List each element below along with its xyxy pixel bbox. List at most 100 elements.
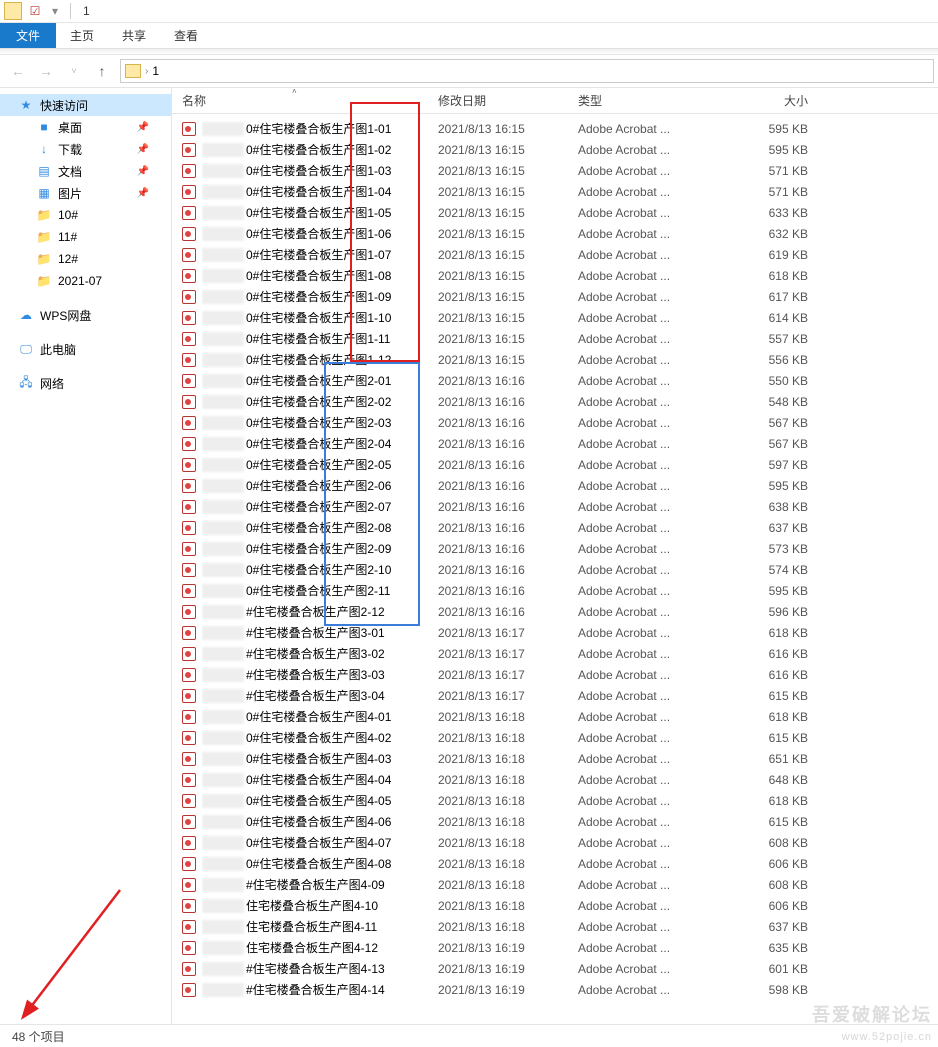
pdf-icon	[182, 416, 202, 430]
qat-dropdown-icon[interactable]: ☑	[26, 2, 44, 20]
file-row[interactable]: 0#住宅楼叠合板生产图2-072021/8/13 16:16Adobe Acro…	[172, 496, 938, 517]
file-row[interactable]: 0#住宅楼叠合板生产图4-042021/8/13 16:18Adobe Acro…	[172, 769, 938, 790]
redacted-prefix	[202, 794, 244, 808]
file-size: 618 KB	[728, 710, 808, 724]
up-button[interactable]: ↑	[88, 57, 116, 85]
sidebar-item-label: 桌面	[58, 119, 82, 136]
file-row[interactable]: 0#住宅楼叠合板生产图1-012021/8/13 16:15Adobe Acro…	[172, 118, 938, 139]
file-row[interactable]: 0#住宅楼叠合板生产图4-082021/8/13 16:18Adobe Acro…	[172, 853, 938, 874]
file-row[interactable]: 0#住宅楼叠合板生产图1-112021/8/13 16:15Adobe Acro…	[172, 328, 938, 349]
breadcrumb[interactable]: › 1	[120, 59, 934, 83]
file-size: 567 KB	[728, 416, 808, 430]
sidebar-item-下载[interactable]: ↓下载📌	[0, 138, 171, 160]
pdf-icon	[182, 920, 202, 934]
file-size: 556 KB	[728, 353, 808, 367]
file-row[interactable]: 0#住宅楼叠合板生产图1-082021/8/13 16:15Adobe Acro…	[172, 265, 938, 286]
back-button[interactable]: ←	[4, 57, 32, 85]
file-row[interactable]: 0#住宅楼叠合板生产图4-012021/8/13 16:18Adobe Acro…	[172, 706, 938, 727]
file-list[interactable]: 0#住宅楼叠合板生产图1-012021/8/13 16:15Adobe Acro…	[172, 114, 938, 1024]
recent-dropdown-icon[interactable]: ˅	[60, 57, 88, 85]
sidebar-item-图片[interactable]: ▦图片📌	[0, 182, 171, 204]
file-date: 2021/8/13 16:15	[438, 185, 578, 199]
tab-share[interactable]: 共享	[108, 23, 160, 48]
file-row[interactable]: #住宅楼叠合板生产图3-012021/8/13 16:17Adobe Acrob…	[172, 622, 938, 643]
sidebar-item-2021-07[interactable]: 📁2021-07	[0, 270, 171, 292]
file-row[interactable]: 0#住宅楼叠合板生产图1-092021/8/13 16:15Adobe Acro…	[172, 286, 938, 307]
file-size: 632 KB	[728, 227, 808, 241]
forward-button[interactable]: →	[32, 57, 60, 85]
pin-icon: 📌	[137, 122, 149, 133]
file-row[interactable]: 0#住宅楼叠合板生产图1-062021/8/13 16:15Adobe Acro…	[172, 223, 938, 244]
file-row[interactable]: 0#住宅楼叠合板生产图2-022021/8/13 16:16Adobe Acro…	[172, 391, 938, 412]
file-row[interactable]: 住宅楼叠合板生产图4-102021/8/13 16:18Adobe Acroba…	[172, 895, 938, 916]
sidebar-wps[interactable]: ☁ WPS网盘	[0, 304, 171, 326]
file-row[interactable]: 0#住宅楼叠合板生产图4-072021/8/13 16:18Adobe Acro…	[172, 832, 938, 853]
file-name: 0#住宅楼叠合板生产图4-07	[202, 834, 438, 851]
file-row[interactable]: 0#住宅楼叠合板生产图2-012021/8/13 16:16Adobe Acro…	[172, 370, 938, 391]
sidebar-item-12#[interactable]: 📁12#	[0, 248, 171, 270]
file-row[interactable]: 0#住宅楼叠合板生产图2-102021/8/13 16:16Adobe Acro…	[172, 559, 938, 580]
qat-more-icon[interactable]: ▾	[46, 2, 64, 20]
sidebar-item-桌面[interactable]: ■桌面📌	[0, 116, 171, 138]
title-bar: ☑ ▾ 1	[0, 0, 938, 23]
sidebar-item-文档[interactable]: ▤文档📌	[0, 160, 171, 182]
file-row[interactable]: 0#住宅楼叠合板生产图1-102021/8/13 16:15Adobe Acro…	[172, 307, 938, 328]
sidebar-network[interactable]: 🖧 网络	[0, 372, 171, 394]
file-row[interactable]: #住宅楼叠合板生产图3-022021/8/13 16:17Adobe Acrob…	[172, 643, 938, 664]
breadcrumb-folder[interactable]: 1	[152, 64, 159, 78]
file-row[interactable]: 0#住宅楼叠合板生产图4-052021/8/13 16:18Adobe Acro…	[172, 790, 938, 811]
file-row[interactable]: 0#住宅楼叠合板生产图2-042021/8/13 16:16Adobe Acro…	[172, 433, 938, 454]
file-row[interactable]: 0#住宅楼叠合板生产图4-032021/8/13 16:18Adobe Acro…	[172, 748, 938, 769]
sidebar-item-label: 下载	[58, 141, 82, 158]
sidebar-item-label: 图片	[58, 185, 82, 202]
file-row[interactable]: #住宅楼叠合板生产图4-092021/8/13 16:18Adobe Acrob…	[172, 874, 938, 895]
sidebar-quick-access[interactable]: ★ 快速访问	[0, 94, 171, 116]
column-name[interactable]: 名称 ˄	[182, 92, 438, 109]
file-row[interactable]: 0#住宅楼叠合板生产图1-052021/8/13 16:15Adobe Acro…	[172, 202, 938, 223]
file-row[interactable]: 0#住宅楼叠合板生产图4-062021/8/13 16:18Adobe Acro…	[172, 811, 938, 832]
file-row[interactable]: 0#住宅楼叠合板生产图2-032021/8/13 16:16Adobe Acro…	[172, 412, 938, 433]
file-row[interactable]: 0#住宅楼叠合板生产图2-082021/8/13 16:16Adobe Acro…	[172, 517, 938, 538]
file-name: #住宅楼叠合板生产图3-04	[202, 687, 438, 704]
file-row[interactable]: 0#住宅楼叠合板生产图2-092021/8/13 16:16Adobe Acro…	[172, 538, 938, 559]
file-date: 2021/8/13 16:16	[438, 437, 578, 451]
file-row[interactable]: 0#住宅楼叠合板生产图1-022021/8/13 16:15Adobe Acro…	[172, 139, 938, 160]
sidebar-item-label: 2021-07	[58, 274, 102, 288]
file-row[interactable]: #住宅楼叠合板生产图4-132021/8/13 16:19Adobe Acrob…	[172, 958, 938, 979]
ribbon-tabs: 文件 主页 共享 查看	[0, 23, 938, 48]
column-type[interactable]: 类型	[578, 92, 728, 109]
file-row[interactable]: #住宅楼叠合板生产图3-032021/8/13 16:17Adobe Acrob…	[172, 664, 938, 685]
tab-home[interactable]: 主页	[56, 23, 108, 48]
file-date: 2021/8/13 16:15	[438, 206, 578, 220]
sort-arrow-icon: ˄	[292, 87, 297, 96]
sidebar-this-pc[interactable]: 🖵 此电脑	[0, 338, 171, 360]
file-row[interactable]: 0#住宅楼叠合板生产图1-122021/8/13 16:15Adobe Acro…	[172, 349, 938, 370]
sidebar-item-11#[interactable]: 📁11#	[0, 226, 171, 248]
file-size: 596 KB	[728, 605, 808, 619]
file-row[interactable]: 住宅楼叠合板生产图4-122021/8/13 16:19Adobe Acroba…	[172, 937, 938, 958]
file-date: 2021/8/13 16:15	[438, 311, 578, 325]
file-row[interactable]: #住宅楼叠合板生产图4-142021/8/13 16:19Adobe Acrob…	[172, 979, 938, 1000]
sidebar-item-10#[interactable]: 📁10#	[0, 204, 171, 226]
file-row[interactable]: #住宅楼叠合板生产图2-122021/8/13 16:16Adobe Acrob…	[172, 601, 938, 622]
file-row[interactable]: 住宅楼叠合板生产图4-112021/8/13 16:18Adobe Acroba…	[172, 916, 938, 937]
folder-icon	[4, 2, 22, 20]
file-row[interactable]: 0#住宅楼叠合板生产图1-072021/8/13 16:15Adobe Acro…	[172, 244, 938, 265]
file-row[interactable]: 0#住宅楼叠合板生产图1-032021/8/13 16:15Adobe Acro…	[172, 160, 938, 181]
file-row[interactable]: 0#住宅楼叠合板生产图4-022021/8/13 16:18Adobe Acro…	[172, 727, 938, 748]
file-row[interactable]: 0#住宅楼叠合板生产图2-112021/8/13 16:16Adobe Acro…	[172, 580, 938, 601]
file-date: 2021/8/13 16:16	[438, 374, 578, 388]
file-row[interactable]: 0#住宅楼叠合板生产图2-052021/8/13 16:16Adobe Acro…	[172, 454, 938, 475]
file-tab[interactable]: 文件	[0, 23, 56, 48]
file-date: 2021/8/13 16:16	[438, 395, 578, 409]
sidebar-item-label: 快速访问	[40, 97, 88, 114]
file-row[interactable]: 0#住宅楼叠合板生产图2-062021/8/13 16:16Adobe Acro…	[172, 475, 938, 496]
redacted-prefix	[202, 269, 244, 283]
pdf-icon	[182, 479, 202, 493]
file-row[interactable]: #住宅楼叠合板生产图3-042021/8/13 16:17Adobe Acrob…	[172, 685, 938, 706]
tab-view[interactable]: 查看	[160, 23, 212, 48]
column-size[interactable]: 大小	[728, 92, 808, 109]
column-date[interactable]: 修改日期	[438, 92, 578, 109]
file-size: 615 KB	[728, 731, 808, 745]
file-row[interactable]: 0#住宅楼叠合板生产图1-042021/8/13 16:15Adobe Acro…	[172, 181, 938, 202]
